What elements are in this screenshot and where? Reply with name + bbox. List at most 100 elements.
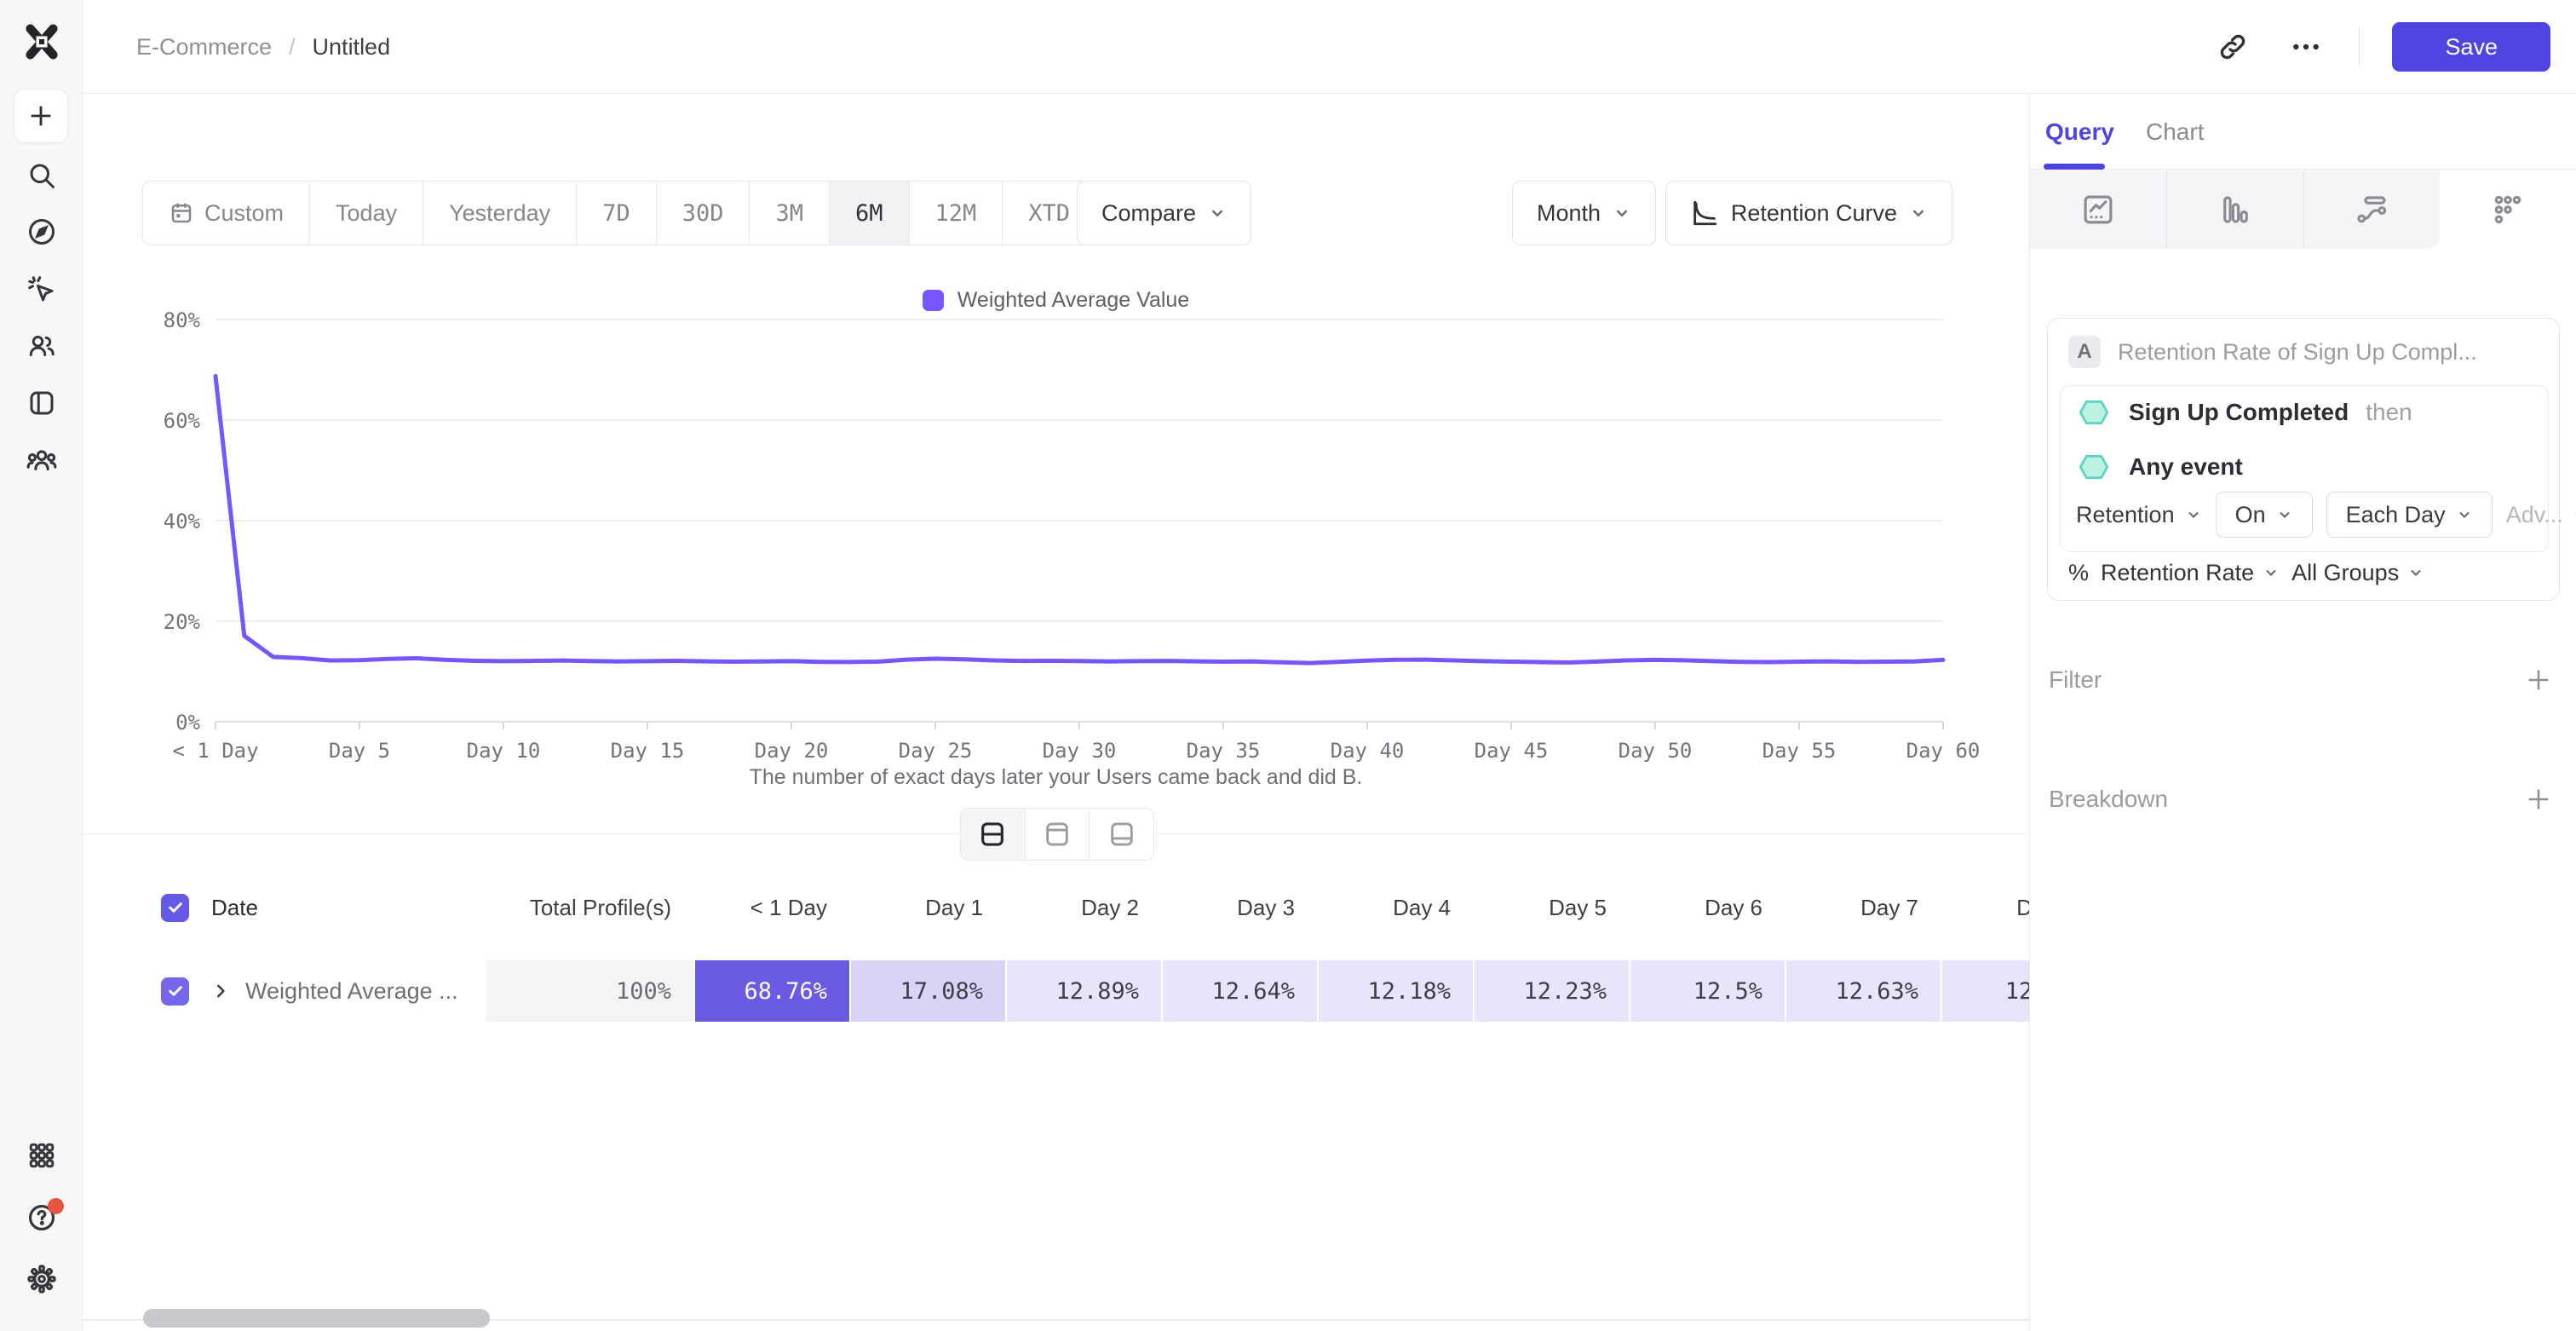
add-breakdown-button[interactable] bbox=[2520, 781, 2557, 818]
report-type-insights[interactable] bbox=[2030, 170, 2167, 249]
range-yesterday[interactable]: Yesterday bbox=[423, 182, 577, 245]
apps-grid-icon[interactable] bbox=[0, 1140, 83, 1171]
chart-view-icon bbox=[1043, 820, 1072, 849]
view-toggle-table[interactable] bbox=[1090, 809, 1153, 860]
boards-icon[interactable] bbox=[0, 388, 83, 418]
event-row-return[interactable]: Any event bbox=[2076, 449, 2260, 485]
range-6m[interactable]: 6M bbox=[830, 182, 910, 245]
table-cell[interactable]: 12.63% bbox=[1785, 960, 1941, 1022]
query-panel: Query Chart bbox=[2029, 94, 2576, 1331]
interval-dropdown[interactable]: Each Day bbox=[2326, 492, 2493, 538]
retention-query-card: A Retention Rate of Sign Up Compl... Sig… bbox=[2047, 318, 2560, 601]
create-new-button[interactable] bbox=[14, 89, 68, 143]
svg-text:Day 50: Day 50 bbox=[1619, 739, 1693, 763]
on-dropdown[interactable]: On bbox=[2216, 492, 2313, 538]
groups-dropdown[interactable]: All Groups bbox=[2291, 560, 2424, 586]
event-row-born[interactable]: Sign Up Completed then bbox=[2076, 395, 2412, 430]
svg-text:Day 35: Day 35 bbox=[1187, 739, 1261, 763]
row-checkbox[interactable] bbox=[161, 977, 189, 1005]
retention-type-dropdown[interactable]: Retention bbox=[2076, 502, 2202, 528]
column-header[interactable]: Day 3 bbox=[1161, 895, 1317, 921]
compare-button[interactable]: Compare bbox=[1077, 181, 1251, 245]
mixpanel-logo-icon[interactable] bbox=[22, 22, 61, 61]
svg-text:Day 25: Day 25 bbox=[899, 739, 973, 763]
range-today[interactable]: Today bbox=[310, 182, 423, 245]
granularity-button[interactable]: Month bbox=[1512, 181, 1656, 245]
report-toolbar: CustomTodayYesterday7D30D3M6M12MXTD Comp… bbox=[83, 94, 2029, 281]
svg-text:Day 55: Day 55 bbox=[1762, 739, 1837, 763]
query-title[interactable]: Retention Rate of Sign Up Compl... bbox=[2118, 339, 2477, 366]
range-7d[interactable]: 7D bbox=[577, 182, 657, 245]
retention-table: Date Total Profile(s)< 1 DayDay 1Day 2Da… bbox=[83, 833, 2029, 1331]
retention-line-chart[interactable]: 0%20%40%60%80%< 1 DayDay 5Day 10Day 15Da… bbox=[83, 298, 2029, 775]
filter-section: Filter bbox=[2049, 656, 2557, 704]
chevron-down-icon bbox=[1208, 204, 1227, 222]
view-toggle-chart[interactable] bbox=[1026, 809, 1090, 860]
chart-type-button[interactable]: Retention Curve bbox=[1665, 181, 1952, 245]
svg-text:Day 20: Day 20 bbox=[755, 739, 829, 763]
breadcrumb-title[interactable]: Untitled bbox=[313, 34, 391, 60]
insights-icon bbox=[2080, 192, 2116, 228]
column-header[interactable]: Day 5 bbox=[1473, 895, 1629, 921]
table-header-row: Date Total Profile(s)< 1 DayDay 1Day 2Da… bbox=[83, 884, 2029, 931]
discover-compass-icon[interactable] bbox=[0, 216, 83, 247]
table-cell[interactable]: 12.18% bbox=[1317, 960, 1473, 1022]
event-steps-card: Sign Up Completed then Any event Retenti… bbox=[2060, 385, 2549, 552]
column-header[interactable]: Day 4 bbox=[1317, 895, 1473, 921]
table-cell[interactable]: 12.23% bbox=[1473, 960, 1629, 1022]
tab-query[interactable]: Query bbox=[2045, 94, 2114, 170]
view-toggle-split[interactable] bbox=[961, 809, 1026, 860]
view-toggle-group bbox=[960, 808, 1154, 861]
report-type-retention[interactable] bbox=[2440, 170, 2576, 249]
metric-dropdown[interactable]: Retention Rate bbox=[2101, 560, 2280, 586]
funnels-icon bbox=[2217, 192, 2253, 228]
users-icon[interactable] bbox=[0, 331, 83, 361]
help-icon[interactable] bbox=[0, 1201, 83, 1234]
breakdown-section: Breakdown bbox=[2049, 775, 2557, 823]
more-options-button[interactable] bbox=[2286, 26, 2326, 67]
svg-text:40%: 40% bbox=[164, 510, 201, 533]
table-cell[interactable]: 68.76% bbox=[693, 960, 849, 1022]
add-filter-button[interactable] bbox=[2520, 661, 2557, 699]
table-row[interactable]: Weighted Average ... 100%68.76%17.08%12.… bbox=[83, 960, 2029, 1022]
events-click-icon[interactable] bbox=[0, 274, 83, 305]
table-cell[interactable]: 12.89% bbox=[1005, 960, 1161, 1022]
table-cell[interactable]: 100% bbox=[485, 960, 693, 1022]
table-cell[interactable]: 12.5% bbox=[1629, 960, 1785, 1022]
advanced-dropdown[interactable]: Adv... bbox=[2506, 502, 2576, 528]
range-12m[interactable]: 12M bbox=[910, 182, 1003, 245]
tab-chart[interactable]: Chart bbox=[2146, 94, 2204, 170]
search-icon[interactable] bbox=[0, 160, 83, 191]
date-range-group: CustomTodayYesterday7D30D3M6M12MXTD bbox=[142, 181, 1124, 245]
cohorts-group-icon[interactable] bbox=[0, 445, 83, 477]
chevron-down-icon bbox=[2572, 506, 2576, 523]
settings-gear-icon[interactable] bbox=[0, 1263, 83, 1295]
column-header-date[interactable]: Date bbox=[211, 895, 258, 921]
copy-link-button[interactable] bbox=[2212, 26, 2253, 67]
table-cell[interactable]: 12.64% bbox=[1161, 960, 1317, 1022]
column-header[interactable]: Day 7 bbox=[1785, 895, 1941, 921]
column-header[interactable]: Day 2 bbox=[1005, 895, 1161, 921]
column-header[interactable]: Day 1 bbox=[849, 895, 1005, 921]
range-custom[interactable]: Custom bbox=[143, 182, 310, 245]
breadcrumb-project[interactable]: E-Commerce bbox=[136, 34, 272, 60]
column-header[interactable]: Day 8 bbox=[1941, 895, 2029, 921]
column-header[interactable]: < 1 Day bbox=[693, 895, 849, 921]
report-type-tabs bbox=[2030, 170, 2576, 249]
table-cell[interactable]: 12.4% bbox=[1941, 960, 2029, 1022]
select-all-checkbox[interactable] bbox=[161, 894, 189, 922]
svg-text:Day 10: Day 10 bbox=[467, 739, 541, 763]
link-icon bbox=[2216, 30, 2250, 64]
svg-text:60%: 60% bbox=[164, 409, 201, 433]
column-header[interactable]: Total Profile(s) bbox=[485, 895, 693, 921]
column-header[interactable]: Day 6 bbox=[1629, 895, 1785, 921]
row-expand-chevron[interactable] bbox=[211, 982, 230, 1000]
report-type-funnels[interactable] bbox=[2167, 170, 2304, 249]
save-button[interactable]: Save bbox=[2392, 22, 2550, 72]
report-type-flows[interactable] bbox=[2304, 170, 2441, 249]
range-30d[interactable]: 30D bbox=[657, 182, 750, 245]
table-cell[interactable]: 17.08% bbox=[849, 960, 1005, 1022]
horizontal-scrollbar-thumb[interactable] bbox=[143, 1309, 490, 1328]
range-3m[interactable]: 3M bbox=[750, 182, 830, 245]
breadcrumb-separator: / bbox=[289, 34, 296, 60]
